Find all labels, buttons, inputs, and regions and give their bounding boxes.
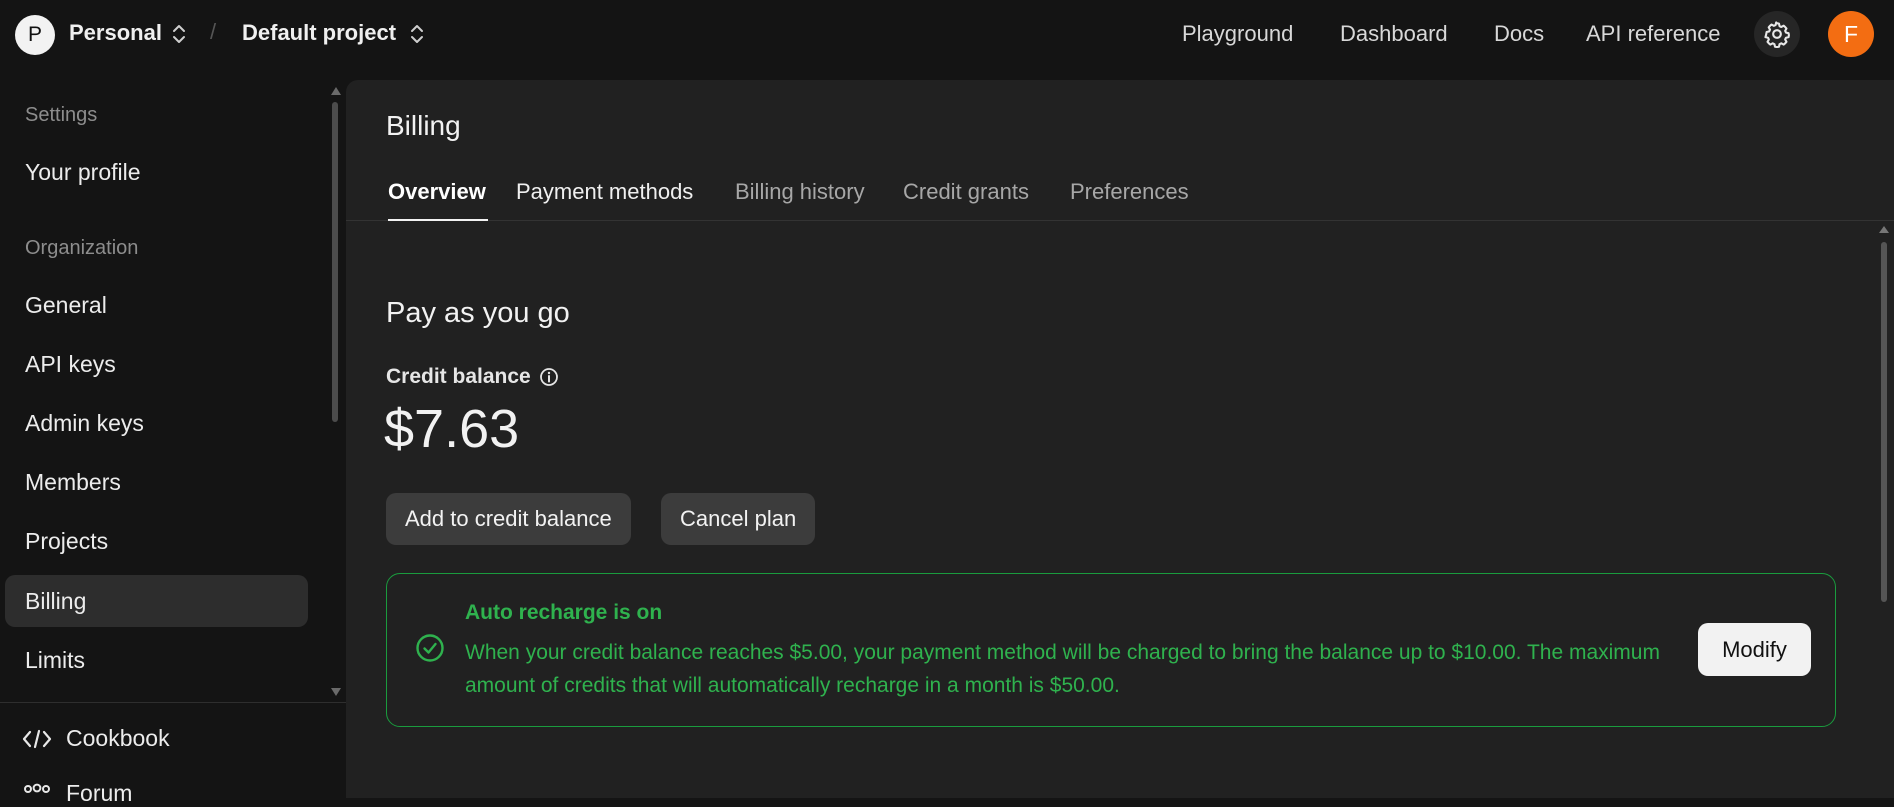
settings-button[interactable] (1754, 11, 1800, 57)
cancel-plan-button[interactable]: Cancel plan (661, 493, 816, 545)
tab-preferences[interactable]: Preferences (1070, 179, 1189, 205)
credit-balance-label-text: Credit balance (386, 365, 531, 388)
auto-recharge-description: When your credit balance reaches $5.00, … (465, 641, 1660, 697)
sidebar-scrollbar[interactable] (332, 102, 338, 422)
code-icon (22, 729, 52, 749)
check-circle-icon (416, 634, 444, 662)
chevron-up-down-icon[interactable] (171, 22, 187, 46)
tabs-divider (346, 220, 1894, 221)
sidebar-item-projects[interactable]: Projects (5, 515, 308, 567)
credit-balance-label: Credit balance (386, 365, 559, 389)
sidebar-item-limits[interactable]: Limits (5, 634, 308, 686)
page-title: Billing (386, 110, 461, 141)
nav-playground[interactable]: Playground (1182, 21, 1293, 47)
sidebar-heading-settings: Settings (25, 104, 98, 126)
cookbook-label: Cookbook (66, 725, 170, 751)
people-icon (22, 783, 52, 805)
tab-overview[interactable]: Overview (388, 179, 486, 205)
tab-payment-methods[interactable]: Payment methods (516, 179, 693, 205)
chevron-up-down-icon[interactable] (409, 22, 425, 46)
section-title: Pay as you go (386, 297, 570, 329)
tab-billing-history[interactable]: Billing history (735, 179, 865, 205)
main-scroll-up-arrow[interactable] (1879, 226, 1889, 233)
active-tab-indicator (388, 219, 488, 221)
main-scrollbar[interactable] (1881, 242, 1887, 602)
sidebar-link-cookbook[interactable]: Cookbook (22, 725, 170, 752)
credit-balance-amount: $7.63 (384, 399, 520, 459)
sidebar-divider (0, 702, 346, 703)
sidebar: Settings Your profile Organization Gener… (0, 80, 346, 806)
sidebar-item-general[interactable]: General (5, 279, 308, 331)
nav-api-reference[interactable]: API reference (1586, 21, 1721, 47)
sidebar-link-forum[interactable]: Forum (22, 780, 132, 807)
info-icon[interactable] (539, 367, 559, 387)
main-panel: Billing Overview Payment methods Billing… (346, 80, 1894, 798)
sidebar-item-admin-keys[interactable]: Admin keys (5, 397, 308, 449)
sidebar-item-your-profile[interactable]: Your profile (5, 146, 308, 198)
forum-label: Forum (66, 780, 133, 806)
tab-credit-grants[interactable]: Credit grants (903, 179, 1029, 205)
sidebar-item-api-keys[interactable]: API keys (5, 338, 308, 390)
nav-dashboard[interactable]: Dashboard (1340, 21, 1448, 47)
scroll-down-arrow[interactable] (331, 688, 341, 696)
sidebar-item-billing[interactable]: Billing (5, 575, 308, 627)
sidebar-item-members[interactable]: Members (5, 456, 308, 508)
auto-recharge-title: Auto recharge is on (465, 601, 663, 624)
org-switcher[interactable]: Personal (69, 20, 162, 46)
modify-button[interactable]: Modify (1698, 623, 1811, 676)
auto-recharge-banner: Auto recharge is on When your credit bal… (386, 573, 1836, 727)
add-credit-button[interactable]: Add to credit balance (386, 493, 631, 545)
sidebar-heading-organization: Organization (25, 237, 139, 259)
nav-docs[interactable]: Docs (1494, 21, 1544, 47)
org-avatar[interactable]: P (15, 15, 55, 55)
project-switcher[interactable]: Default project (242, 20, 396, 46)
breadcrumb-separator: / (210, 19, 217, 44)
gear-icon (1764, 21, 1790, 48)
top-bar: P Personal / Default project Playground … (0, 0, 1894, 68)
user-avatar[interactable]: F (1828, 11, 1874, 57)
scroll-up-arrow[interactable] (331, 87, 341, 95)
